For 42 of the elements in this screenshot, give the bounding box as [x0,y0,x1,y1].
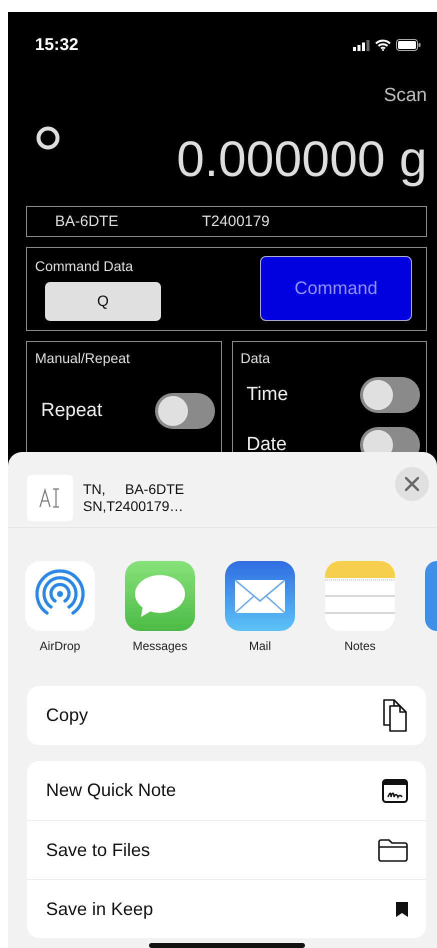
device-serial: T2400179 [202,213,270,230]
action-item[interactable]: Copy [27,686,426,745]
close-button[interactable] [395,467,429,501]
close-icon [405,477,419,491]
text-document-icon [39,488,61,508]
panel-title: Command Data [35,258,134,274]
panel-title: Manual/Repeat [35,350,131,366]
share-app[interactable]: Notes [325,561,395,662]
weight-value: 0.000000 [176,130,386,188]
signal-icon [353,40,370,50]
toggle-label: Repeat [41,400,102,422]
action-item[interactable]: New Quick Note [27,761,426,820]
quick-note-icon [382,778,408,802]
share-app[interactable]: Messages [125,561,195,662]
ring-icon [36,126,60,150]
app-icon [425,561,437,631]
preview-text: SN,T2400179… [83,498,184,515]
copy-icon [382,698,408,732]
toggle-label: Date [246,434,287,456]
command-data-field[interactable]: Q [45,282,161,321]
command-button[interactable]: Command [260,256,412,321]
panel-title: Data [240,350,272,366]
bookmark-icon [396,902,408,916]
toggle-switch[interactable] [154,393,214,429]
notepad-icon [325,561,395,631]
folder-icon [378,838,408,862]
speech-bubble-icon [125,561,195,631]
airdrop-icon [25,561,95,631]
toggle-label: Time [246,384,288,406]
device-model: BA-6DTE [54,213,120,230]
preview-text: TN, BA-6DTE [83,481,184,498]
status-time: 15:32 [35,35,78,55]
action-item[interactable]: Save to Files [27,820,426,879]
action-item[interactable]: Save in Keep [27,879,426,938]
weight-unit: g [399,130,427,188]
share-app[interactable]: Mail [225,561,295,662]
wifi-icon [375,39,391,51]
toggle-switch[interactable] [360,377,420,413]
battery-icon [396,39,421,51]
share-app[interactable]: AirDrop [25,561,95,662]
envelope-icon [225,561,295,631]
scan-button[interactable]: Scan [384,85,427,107]
